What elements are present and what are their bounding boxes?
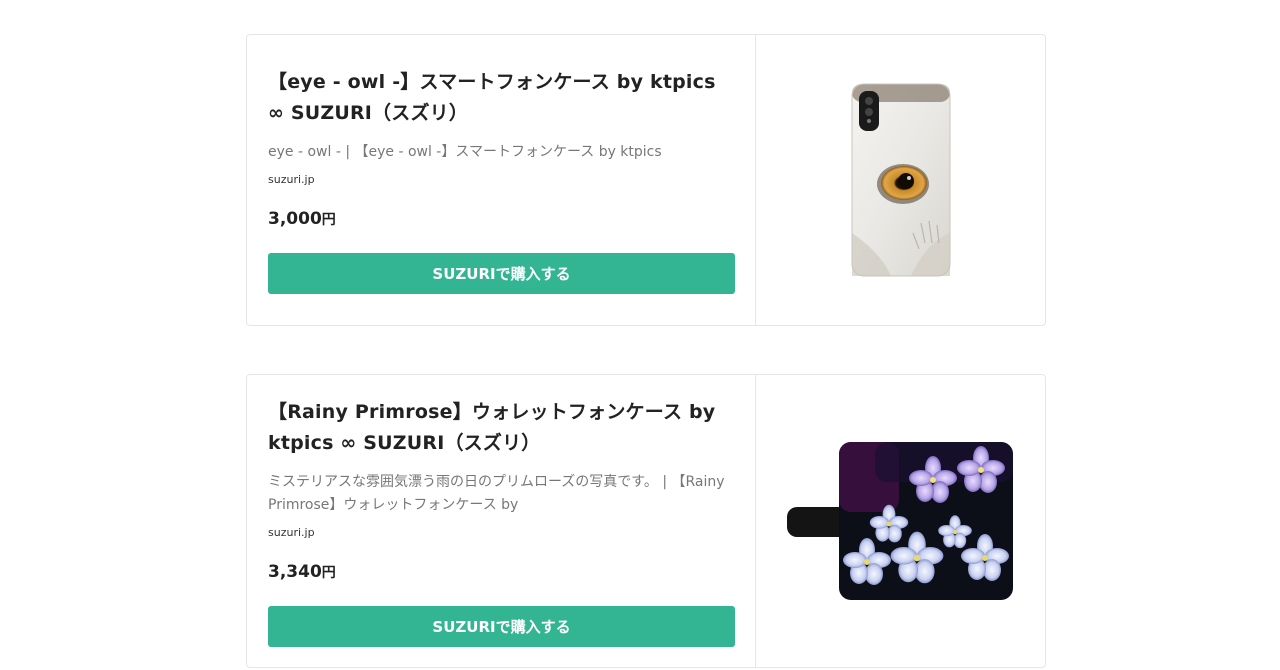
- phone-case-image: [851, 83, 950, 277]
- card-domain: suzuri.jp: [268, 173, 315, 186]
- buy-on-suzuri-button[interactable]: SUZURIで購入する: [268, 253, 735, 294]
- price-currency: 円: [321, 565, 336, 581]
- card-domain: suzuri.jp: [268, 526, 315, 539]
- card-description: eye - owl - | 【eye - owl -】スマートフォンケース by…: [268, 144, 662, 160]
- wallet-case-image: [786, 442, 1013, 600]
- card-text-area[interactable]: 【Rainy Primrose】ウォレットフォンケース by ktpics ∞ …: [247, 375, 756, 667]
- card-title[interactable]: 【eye - owl -】スマートフォンケース by ktpics ∞ SUZU…: [268, 67, 735, 129]
- card-price: 3,000円: [268, 208, 735, 231]
- card-description: ミステリアスな雰囲気漂う雨の日のプリムローズの写真です。 | 【Rainy Pr…: [268, 474, 725, 513]
- card-title[interactable]: 【Rainy Primrose】ウォレットフォンケース by ktpics ∞ …: [268, 397, 735, 459]
- price-value: 3,340: [268, 562, 322, 582]
- buy-on-suzuri-button[interactable]: SUZURIで購入する: [268, 606, 735, 647]
- owl-eye-phone-case-image[interactable]: [756, 35, 1045, 325]
- link-card-rainy-primrose[interactable]: 【Rainy Primrose】ウォレットフォンケース by ktpics ∞ …: [246, 374, 1046, 668]
- link-card-eye-owl[interactable]: 【eye - owl -】スマートフォンケース by ktpics ∞ SUZU…: [246, 34, 1046, 326]
- card-price: 3,340円: [268, 561, 735, 584]
- price-currency: 円: [321, 212, 336, 228]
- primrose-wallet-case-image[interactable]: [756, 375, 1045, 667]
- card-text-area[interactable]: 【eye - owl -】スマートフォンケース by ktpics ∞ SUZU…: [247, 35, 756, 325]
- price-value: 3,000: [268, 209, 322, 229]
